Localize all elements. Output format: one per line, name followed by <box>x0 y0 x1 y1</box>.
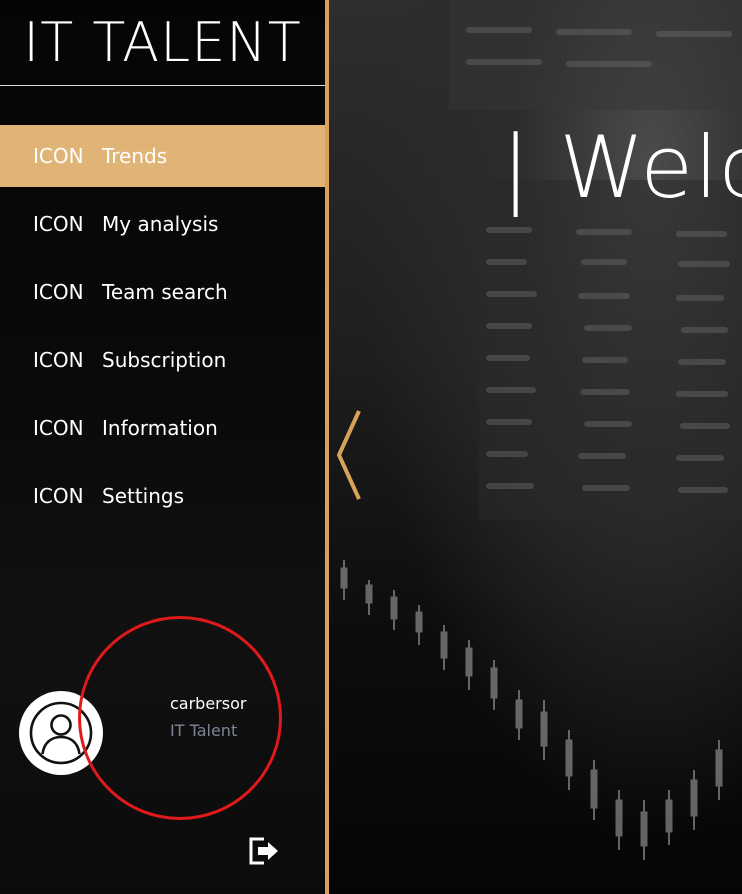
brand-title: IT TALENT <box>23 11 302 74</box>
sidebar-item-subscription[interactable]: ICON Subscription <box>0 329 325 391</box>
main-content: | Welc <box>329 0 742 894</box>
sidebar-item-trends[interactable]: ICON Trends <box>0 125 325 187</box>
my-analysis-icon: ICON <box>33 212 84 236</box>
sidebar-item-settings[interactable]: ICON Settings <box>0 465 325 527</box>
sidebar-nav: ICON Trends ICON My analysis ICON Team s… <box>0 125 325 533</box>
sidebar-item-label: Team search <box>102 280 228 304</box>
avatar[interactable] <box>19 691 103 775</box>
user-name: carbersor <box>170 694 247 713</box>
sidebar-item-label: Trends <box>102 144 168 168</box>
brand-divider <box>0 85 325 86</box>
highlight-circle <box>78 616 282 820</box>
trends-icon: ICON <box>33 144 84 168</box>
sidebar: IT TALENT ICON Trends ICON My analysis I… <box>0 0 325 894</box>
sidebar-item-label: My analysis <box>102 212 219 236</box>
team-search-icon: ICON <box>33 280 84 304</box>
subscription-icon: ICON <box>33 348 84 372</box>
settings-icon: ICON <box>33 484 84 508</box>
sidebar-item-label: Settings <box>102 484 185 508</box>
sidebar-item-my-analysis[interactable]: ICON My analysis <box>0 193 325 255</box>
collapse-sidebar-button[interactable] <box>333 405 367 505</box>
logout-button[interactable] <box>246 833 282 869</box>
sidebar-item-information[interactable]: ICON Information <box>0 397 325 459</box>
chevron-left-icon <box>336 410 361 500</box>
logout-icon <box>249 837 278 865</box>
sidebar-item-label: Information <box>102 416 218 440</box>
user-avatar-icon <box>29 701 93 765</box>
sidebar-item-team-search[interactable]: ICON Team search <box>0 261 325 323</box>
welcome-heading: | Welc <box>501 118 742 218</box>
sidebar-item-label: Subscription <box>102 348 227 372</box>
information-icon: ICON <box>33 416 84 440</box>
user-organization: IT Talent <box>170 721 238 740</box>
